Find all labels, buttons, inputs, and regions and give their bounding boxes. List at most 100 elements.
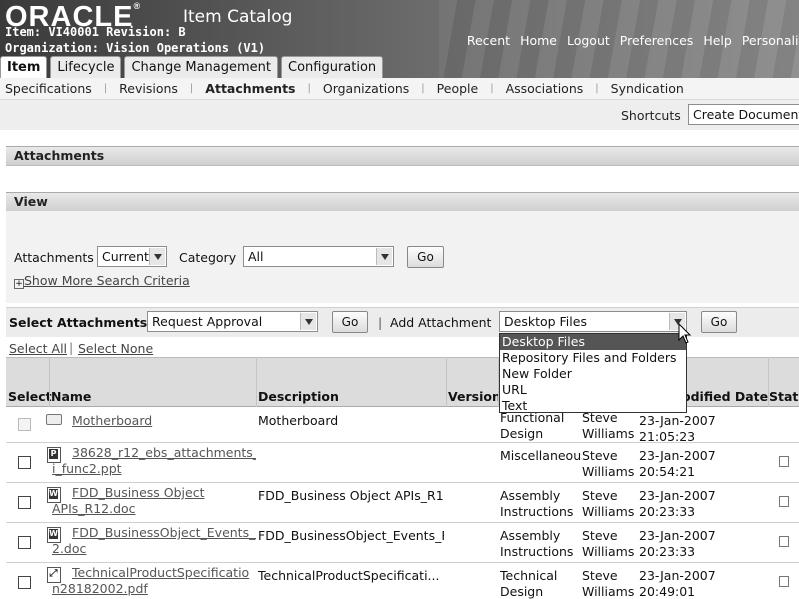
chevron-down-icon [300, 313, 316, 330]
attachment-name-link[interactable]: FDD_Business Object APIs_R12.doc [52, 485, 256, 517]
add-attachment-label: Add Attachment [390, 315, 492, 330]
chevron-down-icon [149, 248, 165, 265]
attachment-date: 23-Jan-2007 21:05:23 [639, 413, 716, 444]
show-more-criteria-link[interactable]: Show More Search Criteria [24, 273, 190, 288]
attachment-name-link[interactable]: TechnicalProductSpecificatio n28182002.pd… [52, 565, 256, 597]
sub-tabs: Specifications | Revisions | Attachments | … [0, 78, 799, 100]
category-label: Category [179, 250, 237, 265]
attachment-owner: Steve Williams [582, 488, 635, 519]
attachment-category: Assembly Instructions [500, 488, 574, 519]
select-attachments-action[interactable]: Request Approval [147, 311, 318, 332]
link-home[interactable]: Home [520, 33, 557, 48]
link-help[interactable]: Help [703, 33, 732, 48]
select-none-link[interactable]: Select None [78, 341, 153, 356]
attachment-date: 23-Jan-2007 20:23:33 [639, 488, 716, 519]
link-personalize[interactable]: Personaliz [742, 33, 799, 48]
option-text[interactable]: Text [500, 398, 686, 414]
attachment-description: FDD_Business Object APIs_R1... [258, 488, 444, 503]
attachment-name-link[interactable]: FDD_BusinessObject_Events_R1 2.doc [52, 525, 256, 557]
add-attachment-dropdown-list: Desktop Files Repository Files and Folde… [499, 333, 687, 413]
subtab-revisions[interactable]: Revisions [119, 81, 178, 96]
subtab-associations[interactable]: Associations [506, 81, 584, 96]
toolbar-separator: | [378, 315, 383, 330]
category-select[interactable]: All [243, 246, 394, 267]
col-status[interactable]: Statu [769, 389, 799, 404]
chevron-down-icon [376, 248, 392, 265]
subtab-organizations[interactable]: Organizations [323, 81, 409, 96]
option-desktop-files[interactable]: Desktop Files [500, 334, 686, 350]
document-status-icon [779, 576, 789, 587]
attachment-category: Technical Design [500, 568, 558, 599]
attachments-section-header: Attachments [6, 146, 799, 166]
show-more-criteria[interactable]: +Show More Search Criteria [14, 273, 190, 289]
attachment-name-link[interactable]: Motherboard [72, 413, 254, 429]
view-section-header: View [6, 192, 799, 212]
shortcuts-select[interactable]: Create Document [688, 104, 799, 125]
organization-line: Organization: Vision Operations (V1) [5, 41, 266, 55]
tab-change-management[interactable]: Change Management [124, 56, 278, 78]
shortcuts-label: Shortcuts [621, 108, 681, 123]
subtab-syndication[interactable]: Syndication [611, 81, 684, 96]
tab-lifecycle[interactable]: Lifecycle [50, 56, 122, 78]
subtab-specifications[interactable]: Specifications [5, 81, 92, 96]
row-select-checkbox[interactable] [18, 456, 31, 469]
attachment-date: 23-Jan-2007 20:49:01 [639, 568, 716, 599]
subtab-people[interactable]: People [437, 81, 479, 96]
select-all-link[interactable]: Select All [9, 341, 67, 356]
select-attachments-go-button[interactable]: Go [332, 311, 368, 333]
tab-configuration[interactable]: Configuration [281, 56, 384, 78]
col-version[interactable]: Version [448, 389, 501, 404]
row-select-checkbox [18, 418, 31, 431]
select-attachments-value: Request Approval [152, 314, 263, 329]
row-select-checkbox[interactable] [18, 536, 31, 549]
folder-icon [46, 414, 62, 425]
link-logout[interactable]: Logout [567, 33, 610, 48]
option-repository-files[interactable]: Repository Files and Folders [500, 350, 686, 366]
global-links: Recent Home Logout Preferences Help Pers… [457, 33, 799, 48]
document-status-icon [779, 456, 789, 467]
main-tabs: Item Lifecycle Change Management Configu… [0, 56, 386, 78]
mouse-pointer-icon [678, 323, 692, 344]
item-revision-line: Item: VI40001 Revision: B [5, 25, 186, 39]
col-last-modified-date[interactable]: odified Date [682, 389, 768, 404]
attachment-category: Miscellaneous [500, 448, 582, 463]
document-status-icon [779, 536, 789, 547]
tab-item[interactable]: Item [0, 56, 48, 78]
attachment-description: TechnicalProductSpecificati... [258, 568, 440, 583]
row-select-checkbox[interactable] [18, 576, 31, 589]
attachment-category: Functional Design [500, 410, 565, 441]
expand-plus-icon: + [14, 279, 24, 289]
shortcuts-bar: Shortcuts [0, 100, 799, 130]
add-attachment-select[interactable]: Desktop Files [499, 311, 687, 332]
attachments-filter-label: Attachments [14, 250, 94, 265]
row-select-checkbox[interactable] [18, 496, 31, 509]
select-attachments-label: Select Attachments: [9, 315, 153, 330]
subtab-attachments[interactable]: Attachments [205, 81, 295, 96]
attachment-name-link[interactable]: 38628_r12_ebs_attachments_to i_func2.ppt [52, 445, 256, 477]
attachment-description: FDD_BusinessObject_Events_R... [258, 528, 444, 543]
attachment-date: 23-Jan-2007 20:23:33 [639, 528, 716, 559]
attachment-owner: Steve Williams [582, 410, 635, 441]
option-new-folder[interactable]: New Folder [500, 366, 686, 382]
attachment-date: 23-Jan-2007 20:54:21 [639, 448, 716, 479]
category-select-value: All [248, 249, 264, 264]
col-select: Select [8, 389, 52, 404]
col-name[interactable]: Name [51, 389, 91, 404]
add-attachment-value: Desktop Files [504, 314, 587, 329]
view-go-button[interactable]: Go [407, 246, 444, 268]
attachment-description: Motherboard [258, 413, 339, 428]
attachment-owner: Steve Williams [582, 568, 635, 599]
option-url[interactable]: URL [500, 382, 686, 398]
app-title: Item Catalog [183, 7, 293, 27]
attachment-owner: Steve Williams [582, 448, 635, 479]
col-description[interactable]: Description [258, 389, 339, 404]
attachments-filter-value: Current [102, 249, 149, 264]
attachments-filter-select[interactable]: Current [97, 246, 167, 267]
add-attachment-go-button[interactable]: Go [701, 311, 737, 333]
link-preferences[interactable]: Preferences [620, 33, 694, 48]
document-status-icon [779, 496, 789, 507]
attachment-owner: Steve Williams [582, 528, 635, 559]
link-recent[interactable]: Recent [467, 33, 510, 48]
shortcuts-select-value: Create Document [693, 107, 799, 122]
attachment-category: Assembly Instructions [500, 528, 574, 559]
